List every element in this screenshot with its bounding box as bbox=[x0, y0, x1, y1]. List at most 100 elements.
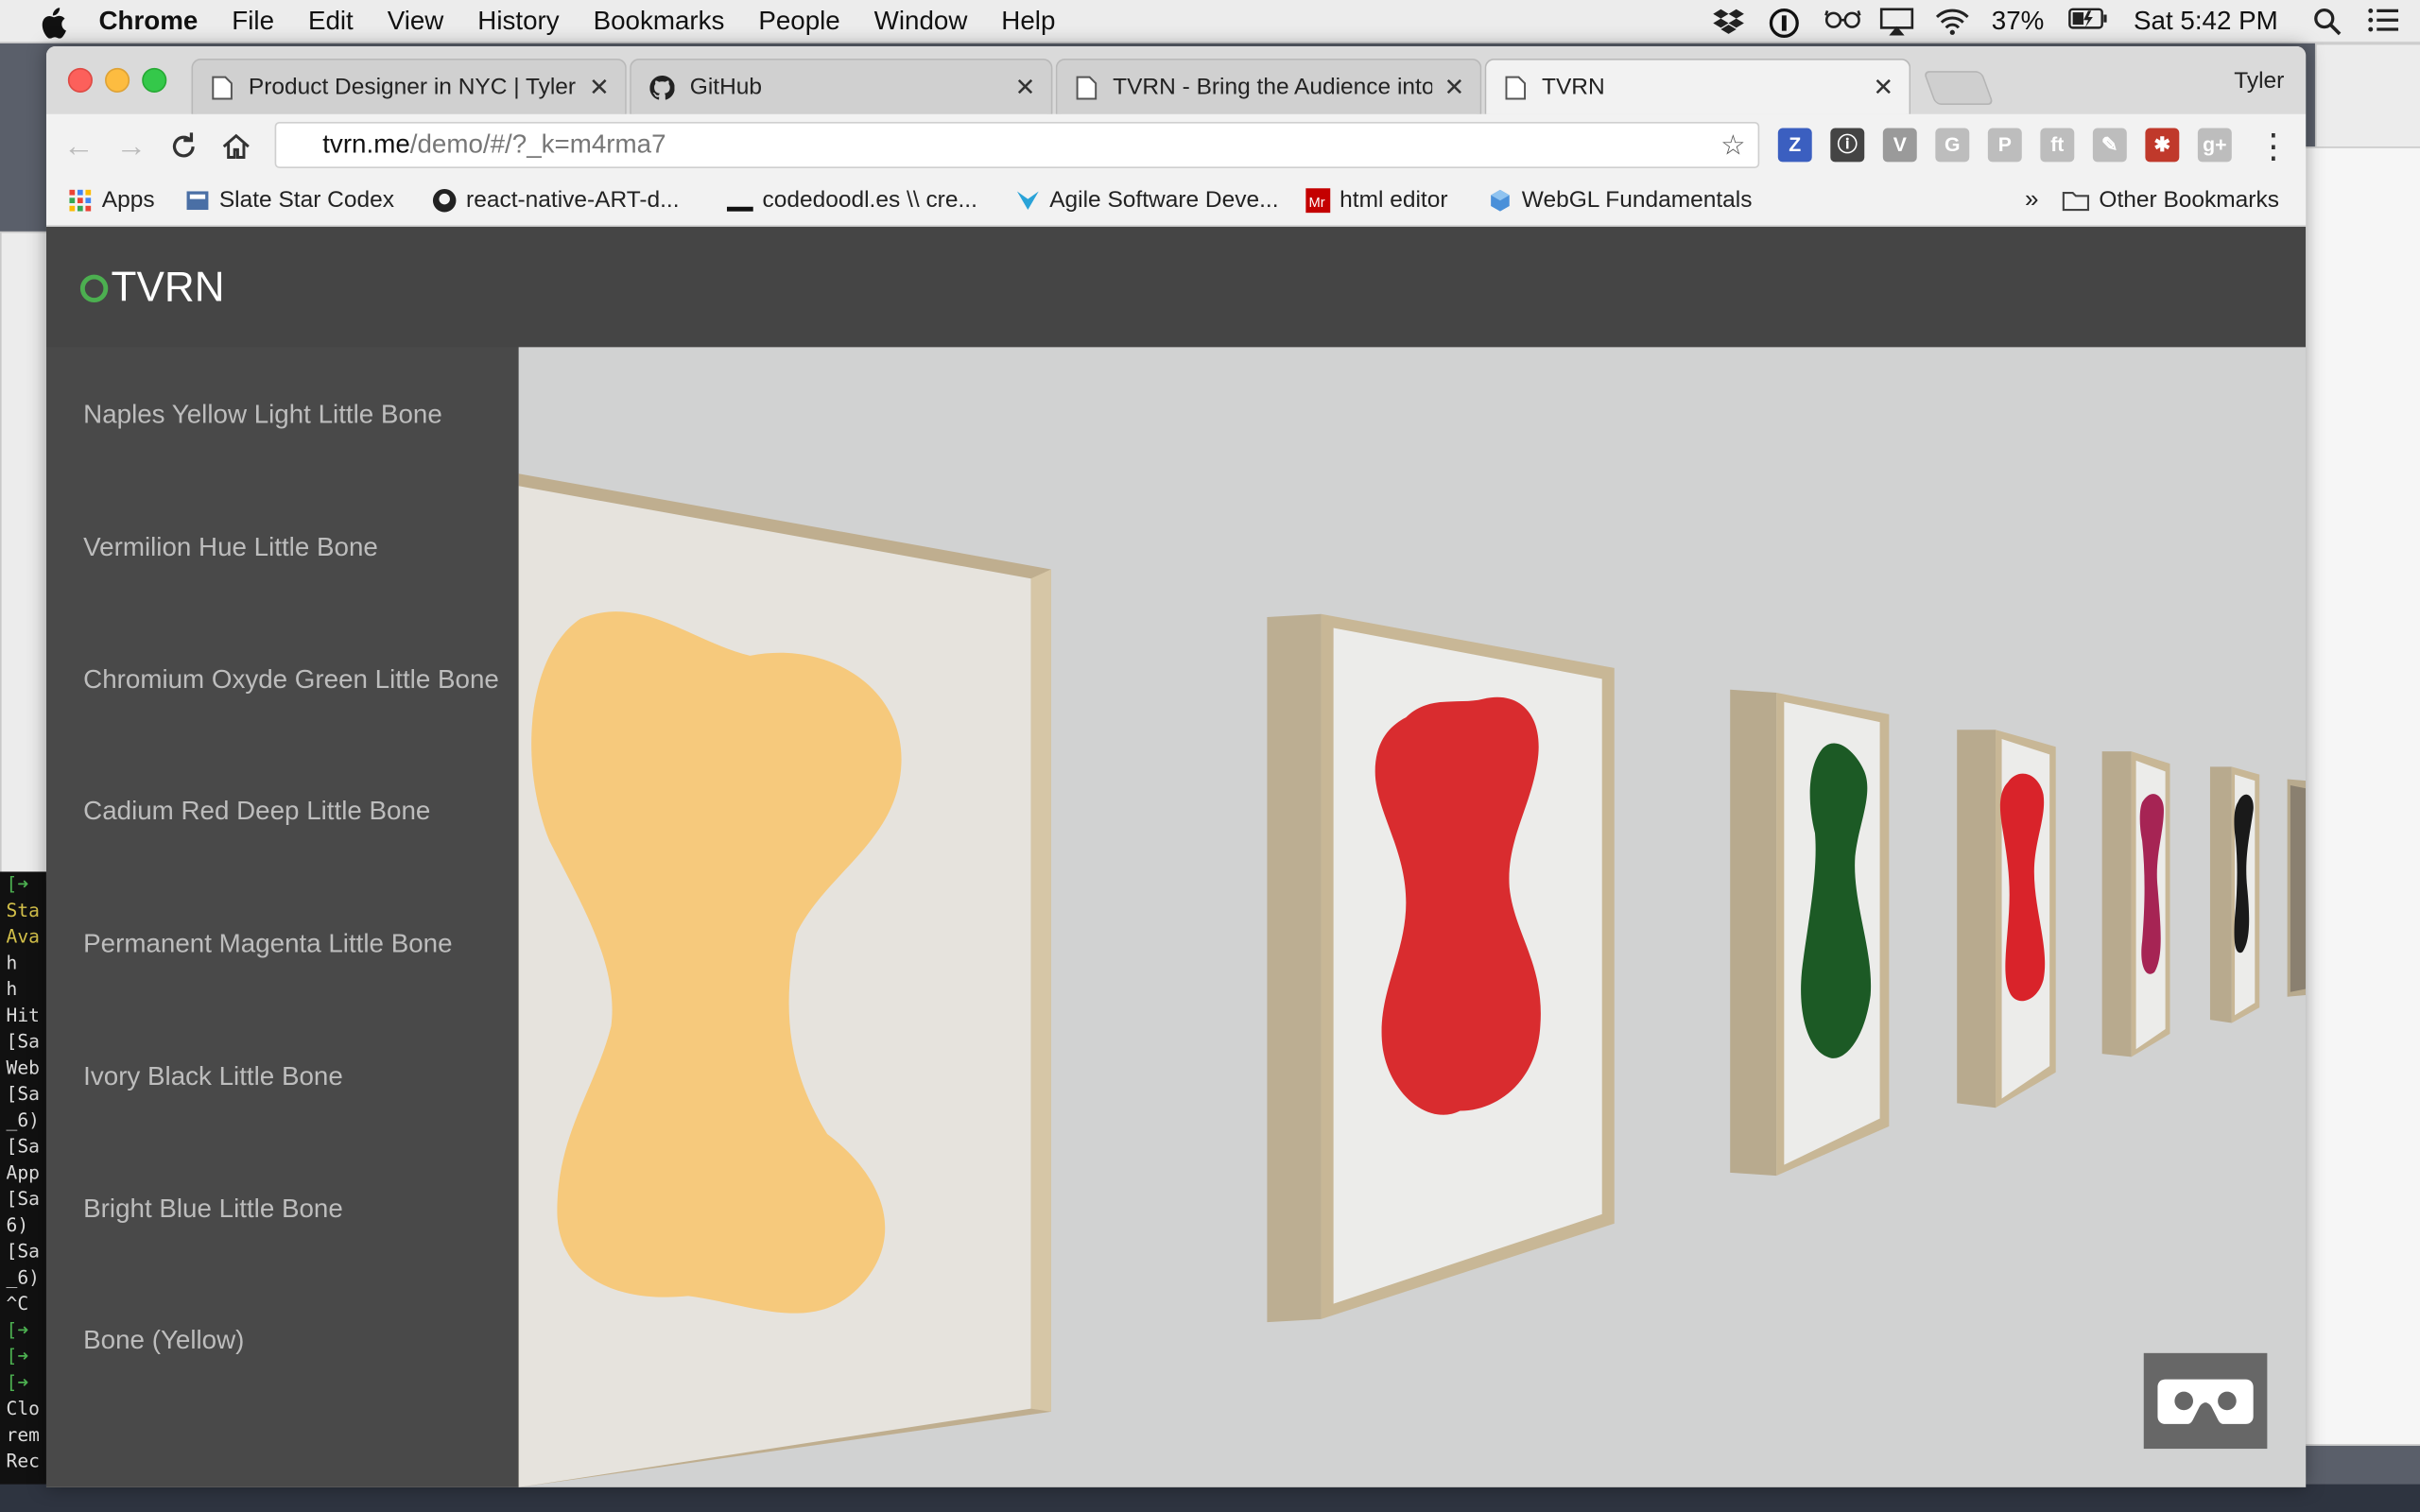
paint-extension-icon[interactable]: ✎ bbox=[2092, 128, 2127, 163]
window-close-button[interactable] bbox=[67, 67, 93, 93]
tab-title: TVRN bbox=[1542, 74, 1605, 101]
vr-gallery-scene[interactable] bbox=[518, 347, 2307, 1487]
wifi-icon[interactable] bbox=[1936, 7, 1970, 35]
painting-chromium-oxyde-green[interactable] bbox=[1730, 689, 1890, 1177]
url-host: tvrn.me bbox=[322, 129, 410, 160]
sidebar-item-naples-yellow[interactable]: Naples Yellow Light Little Bone bbox=[83, 400, 442, 431]
onepassword-menu-icon[interactable] bbox=[1770, 7, 1801, 38]
painting-naples-yellow[interactable] bbox=[518, 473, 1051, 1487]
bookmark-webgl-fundamentals[interactable]: WebGL Fundamentals bbox=[1488, 186, 1753, 214]
enter-vr-button[interactable] bbox=[2143, 1352, 2268, 1450]
url-path: /demo/#/?_k=m4rma7 bbox=[409, 129, 666, 160]
terminal-line: h bbox=[6, 978, 18, 1000]
notification-center-icon[interactable] bbox=[2367, 7, 2399, 34]
sidebar-item-cadium-red-deep[interactable]: Cadium Red Deep Little Bone bbox=[83, 796, 430, 827]
feedly-icon[interactable]: ft bbox=[2040, 128, 2075, 163]
terminal-line: Web bbox=[6, 1057, 40, 1079]
chrome-menu-icon[interactable]: ⋮ bbox=[2254, 127, 2293, 166]
clock[interactable]: Sat 5:42 PM bbox=[2134, 6, 2278, 37]
home-icon bbox=[222, 133, 250, 159]
bookmark-star-icon[interactable]: ☆ bbox=[1720, 124, 1745, 167]
bookmark-label: WebGL Fundamentals bbox=[1521, 186, 1753, 214]
menu-file[interactable]: File bbox=[215, 0, 291, 42]
v-extension-icon[interactable]: V bbox=[1882, 128, 1917, 163]
painting-vermilion-hue[interactable] bbox=[1267, 613, 1615, 1323]
bookmark-slate-star-codex[interactable]: Slate Star Codex bbox=[185, 187, 394, 213]
bookmark-html-editor[interactable]: Mr html editor bbox=[1305, 187, 1447, 213]
tab-title: GitHub bbox=[689, 74, 763, 101]
airplay-icon[interactable] bbox=[1880, 7, 1914, 35]
bookmark-codedoodles[interactable]: codedoodl.es \\ cre... bbox=[725, 186, 977, 214]
apple-icon[interactable] bbox=[37, 7, 68, 38]
terminal-line: [Sa bbox=[6, 1188, 40, 1210]
terminal-line: _6) bbox=[6, 1266, 40, 1289]
tab-tvrn-active[interactable]: TVRN ✕ bbox=[1484, 59, 1911, 114]
extensions-area: Zⓘ V G Pft ✎ ✱ g+ bbox=[1777, 128, 2232, 163]
bug-extension-icon[interactable]: ✱ bbox=[2145, 128, 2180, 163]
tab-tvrn-bring-audience[interactable]: TVRN - Bring the Audience into ✕ bbox=[1055, 59, 1482, 114]
page-icon bbox=[1505, 75, 1527, 99]
bookmark-label: Agile Software Deve... bbox=[1049, 186, 1279, 214]
brand-name: TVRN bbox=[111, 264, 225, 311]
menu-people[interactable]: People bbox=[741, 0, 856, 42]
z-extension-icon[interactable]: Z bbox=[1777, 128, 1812, 163]
menu-history[interactable]: History bbox=[460, 0, 576, 42]
bookmark-other-bookmarks[interactable]: Other Bookmarks bbox=[2062, 187, 2279, 213]
glasses-icon[interactable] bbox=[1824, 7, 1862, 34]
painting-ivory-black[interactable] bbox=[2209, 766, 2260, 1023]
painting-cadium-red-deep[interactable] bbox=[1957, 730, 2056, 1108]
terminal-line: App bbox=[6, 1161, 40, 1184]
g-extension-icon[interactable]: G bbox=[1935, 128, 1970, 163]
terminal-window: [➜ Sta Ava h h Hit [Sa Web [Sa _6) [Sa App [Sa 6) [… bbox=[0, 871, 46, 1489]
spotlight-search-icon[interactable] bbox=[2312, 7, 2343, 35]
terminal-line: [➜ bbox=[6, 873, 29, 895]
p-extension-icon[interactable]: P bbox=[1987, 128, 2022, 163]
menu-edit[interactable]: Edit bbox=[291, 0, 371, 42]
onepassword-icon[interactable]: ⓘ bbox=[1830, 128, 1865, 163]
dropbox-icon[interactable] bbox=[1713, 7, 1745, 34]
menu-chrome[interactable]: Chrome bbox=[68, 0, 215, 42]
close-icon[interactable]: ✕ bbox=[589, 72, 610, 103]
sidebar-item-permanent-magenta[interactable]: Permanent Magenta Little Bone bbox=[83, 929, 452, 960]
menu-help[interactable]: Help bbox=[984, 0, 1072, 42]
tvrn-logo[interactable]: TVRN bbox=[79, 264, 225, 312]
bookmark-agile-software[interactable]: Agile Software Deve... bbox=[1015, 186, 1279, 214]
bookmark-apps[interactable]: Apps bbox=[68, 187, 155, 213]
close-icon[interactable]: ✕ bbox=[1873, 72, 1893, 103]
address-bar[interactable]: tvrn.me/demo/#/?_k=m4rma7 ☆ bbox=[274, 121, 1760, 168]
terminal-line: [Sa bbox=[6, 1083, 40, 1105]
window-maximize-button[interactable] bbox=[142, 67, 167, 93]
bookmark-label: codedoodl.es \\ cre... bbox=[762, 186, 977, 214]
google-plus-icon[interactable]: g+ bbox=[2197, 128, 2232, 163]
menu-bookmarks[interactable]: Bookmarks bbox=[577, 0, 742, 42]
menu-window[interactable]: Window bbox=[857, 0, 985, 42]
back-button[interactable]: ← bbox=[59, 127, 98, 166]
new-tab-button[interactable] bbox=[1923, 71, 1995, 106]
profile-button[interactable]: Tyler bbox=[2234, 68, 2284, 94]
terminal-line: rem bbox=[6, 1423, 40, 1446]
sidebar-item-bright-blue[interactable]: Bright Blue Little Bone bbox=[83, 1194, 343, 1226]
tab-product-designer[interactable]: Product Designer in NYC | Tyler ✕ bbox=[191, 59, 627, 114]
sidebar-item-vermilion-hue[interactable]: Vermilion Hue Little Bone bbox=[83, 532, 378, 563]
sidebar-item-bone-yellow[interactable]: Bone (Yellow) bbox=[83, 1325, 244, 1356]
tab-title: TVRN - Bring the Audience into bbox=[1113, 74, 1432, 101]
home-button[interactable] bbox=[216, 127, 256, 166]
apps-grid-icon bbox=[69, 188, 92, 211]
forward-button[interactable]: → bbox=[112, 127, 151, 166]
close-icon[interactable]: ✕ bbox=[1015, 72, 1036, 103]
bookmarks-overflow-chevron[interactable]: » bbox=[2025, 187, 2039, 215]
reload-button[interactable] bbox=[164, 127, 203, 166]
svg-text:Mr: Mr bbox=[1308, 195, 1324, 210]
sidebar-item-ivory-black[interactable]: Ivory Black Little Bone bbox=[83, 1061, 343, 1092]
bookmark-react-native-art[interactable]: react-native-ART-d... bbox=[432, 187, 680, 213]
painting-bright-blue[interactable] bbox=[2287, 779, 2307, 997]
menu-view[interactable]: View bbox=[371, 0, 461, 42]
slate-star-codex-icon bbox=[186, 190, 209, 210]
sidebar-item-chromium-oxyde-green[interactable]: Chromium Oxyde Green Little Bone bbox=[83, 665, 499, 696]
window-minimize-button[interactable] bbox=[105, 67, 130, 93]
chrome-window: Product Designer in NYC | Tyler ✕ GitHub… bbox=[45, 45, 2307, 1487]
painting-permanent-magenta[interactable] bbox=[2101, 751, 2170, 1057]
tab-github[interactable]: GitHub ✕ bbox=[630, 59, 1053, 114]
battery-charging-icon[interactable] bbox=[2068, 7, 2108, 34]
close-icon[interactable]: ✕ bbox=[1443, 72, 1464, 103]
